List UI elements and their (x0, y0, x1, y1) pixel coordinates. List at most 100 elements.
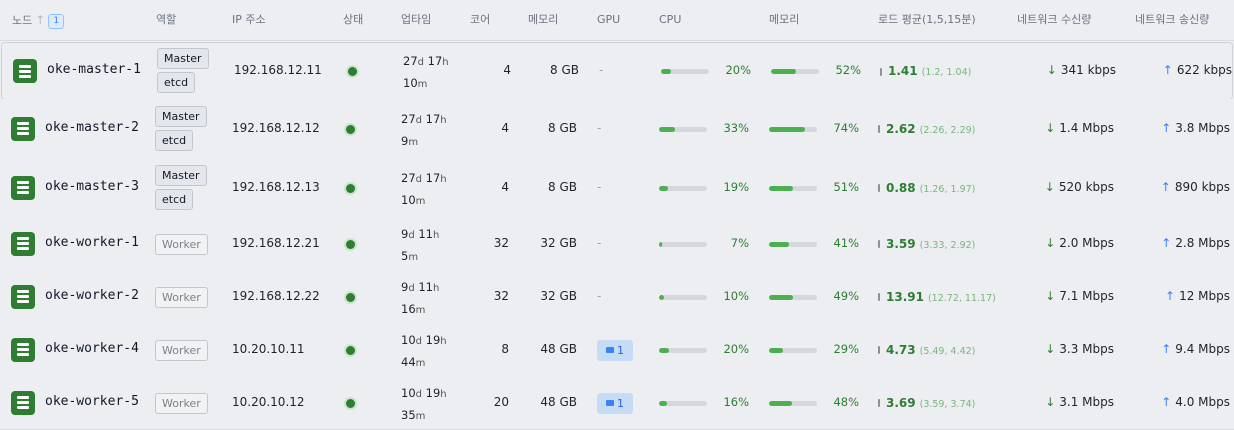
table-row[interactable]: oke-master-3 Master etcd 192.168.12.13 27d 1… (0, 158, 1234, 218)
gpu-none: - (597, 120, 602, 135)
server-icon (11, 116, 35, 141)
memory-percent: 52% (835, 63, 861, 77)
table-row[interactable]: oke-worker-4 Worker 10.20.10.11 10d 19h 44m 8… (0, 323, 1234, 377)
network-tx-value: 9.4 Mbps (1175, 341, 1230, 356)
load-5-15min: (5.49, 4.42) (919, 345, 976, 357)
column-header-node[interactable]: 노드 ↑ 1 (12, 0, 65, 40)
ip-address: 192.168.12.22 (232, 288, 320, 303)
load-average: 13.91 (12.72, 11.17) (878, 289, 996, 304)
status-indicator-icon (346, 183, 355, 193)
cpu-usage-fill (659, 347, 669, 353)
table-row[interactable]: oke-worker-2 Worker 192.168.12.22 9d 11h 16m… (0, 270, 1234, 324)
role-badge-etcd: etcd (155, 129, 194, 151)
status-indicator-icon (346, 345, 355, 355)
gpu-badge[interactable]: 1 (597, 392, 633, 414)
arrow-down-icon: ↓ (1044, 179, 1055, 194)
column-header-uptime[interactable]: 업타임 (401, 0, 431, 40)
column-header-load[interactable]: 로드 평균(1,5,15분) (878, 0, 976, 40)
node-name[interactable]: oke-worker-2 (45, 288, 139, 303)
column-header-memory[interactable]: 메모리 (528, 0, 558, 40)
load-5-15min: (3.33, 2.92) (919, 239, 976, 251)
arrow-down-icon: ↓ (1045, 288, 1056, 303)
arrow-up-icon: ↑ (1165, 288, 1176, 303)
cpu-usage-fill (659, 241, 663, 247)
network-tx: ↑ 9.4 Mbps (1126, 342, 1230, 356)
network-rx-value: 341 kbps (1060, 63, 1116, 77)
memory-percent: 49% (833, 288, 859, 303)
memory-usage-fill (769, 126, 805, 132)
ip-address: 192.168.12.12 (232, 120, 320, 135)
arrow-down-icon: ↓ (1045, 120, 1056, 135)
memory-percent: 74% (833, 120, 859, 135)
column-header-memory-usage[interactable]: 메모리 (769, 0, 799, 40)
cpu-percent: 33% (723, 120, 749, 135)
node-name[interactable]: oke-worker-5 (45, 394, 139, 409)
network-rx-value: 520 kbps (1058, 179, 1114, 194)
gpu-none: - (599, 63, 604, 77)
server-icon (13, 59, 37, 83)
column-header-net-rx[interactable]: 네트워크 수신량 (1017, 0, 1091, 40)
load-1min: 0.88 (886, 180, 916, 195)
table-row[interactable]: oke-master-2 Master etcd 192.168.12.12 27d 1… (0, 99, 1234, 159)
network-rx: ↓ 1.4 Mbps (1010, 121, 1114, 135)
column-header-net-tx[interactable]: 네트워크 송신량 (1135, 0, 1209, 40)
network-tx: ↑ 12 Mbps (1126, 289, 1230, 303)
memory-usage-fill (769, 347, 783, 353)
load-indicator-icon (878, 125, 880, 133)
memory-size: 48 GB (540, 341, 577, 356)
network-tx: ↑ 622 kbps (1128, 63, 1232, 77)
status-indicator-icon (348, 67, 357, 76)
node-name[interactable]: oke-worker-1 (45, 235, 139, 250)
load-1min: 4.73 (886, 342, 916, 357)
role-badge-master: Master (157, 48, 209, 69)
network-tx-value: 622 kbps (1176, 63, 1232, 77)
column-header-role[interactable]: 역할 (156, 0, 176, 40)
memory-size: 8 GB (550, 63, 579, 77)
cpu-usage-fill (659, 400, 667, 406)
network-tx-value: 890 kbps (1174, 179, 1230, 194)
core-count: 8 (501, 341, 509, 356)
column-header-ip[interactable]: IP 주소 (232, 0, 266, 40)
table-row[interactable]: oke-master-1 Master etcd 192.168.12.11 27d 1… (1, 42, 1233, 100)
status-indicator-icon (346, 292, 355, 302)
node-name[interactable]: oke-master-1 (47, 62, 141, 77)
core-count: 32 (493, 235, 509, 250)
arrow-up-icon: ↑ (1160, 179, 1171, 194)
uptime: 9d 11h 16m (401, 279, 440, 316)
load-indicator-icon (878, 399, 880, 407)
load-1min: 13.91 (886, 289, 924, 304)
node-name[interactable]: oke-master-2 (45, 120, 139, 135)
cpu-usage-fill (661, 69, 671, 74)
column-header-cpu[interactable]: CPU (659, 0, 681, 40)
sort-arrow-up-icon[interactable]: ↑ (35, 13, 45, 27)
core-count: 20 (493, 394, 509, 409)
column-header-cores[interactable]: 코어 (470, 0, 490, 40)
status-indicator-icon (346, 239, 355, 249)
arrow-down-icon: ↓ (1045, 394, 1056, 409)
table-row[interactable]: oke-worker-5 Worker 10.20.10.12 10d 19h 35m 2… (0, 376, 1234, 430)
node-name[interactable]: oke-master-3 (45, 179, 139, 194)
network-rx: ↓ 3.1 Mbps (1010, 395, 1114, 409)
network-tx: ↑ 3.8 Mbps (1126, 121, 1230, 135)
network-tx-value: 3.8 Mbps (1175, 120, 1230, 135)
node-name[interactable]: oke-worker-4 (45, 341, 139, 356)
load-average: 4.73 (5.49, 4.42) (878, 342, 975, 357)
column-header-status[interactable]: 상태 (343, 0, 363, 40)
memory-size: 8 GB (548, 120, 577, 135)
arrow-down-icon: ↓ (1045, 341, 1056, 356)
column-header-gpu[interactable]: GPU (597, 0, 620, 40)
ip-address: 192.168.12.11 (234, 63, 322, 77)
load-average: 1.41 (1.2, 1.04) (880, 63, 971, 78)
arrow-up-icon: ↑ (1161, 394, 1172, 409)
status-indicator-icon (346, 398, 355, 408)
role-badge-worker: Worker (155, 392, 208, 414)
gpu-badge[interactable]: 1 (597, 339, 633, 361)
cpu-usage-fill (659, 185, 669, 191)
server-icon (11, 175, 35, 200)
gpu-chip-icon (606, 347, 614, 353)
arrow-down-icon: ↓ (1046, 63, 1057, 77)
table-row[interactable]: oke-worker-1 Worker 192.168.12.21 9d 11h 5m 3… (0, 217, 1234, 271)
memory-size: 32 GB (540, 235, 577, 250)
memory-usage-fill (769, 185, 794, 191)
network-tx: ↑ 4.0 Mbps (1126, 395, 1230, 409)
